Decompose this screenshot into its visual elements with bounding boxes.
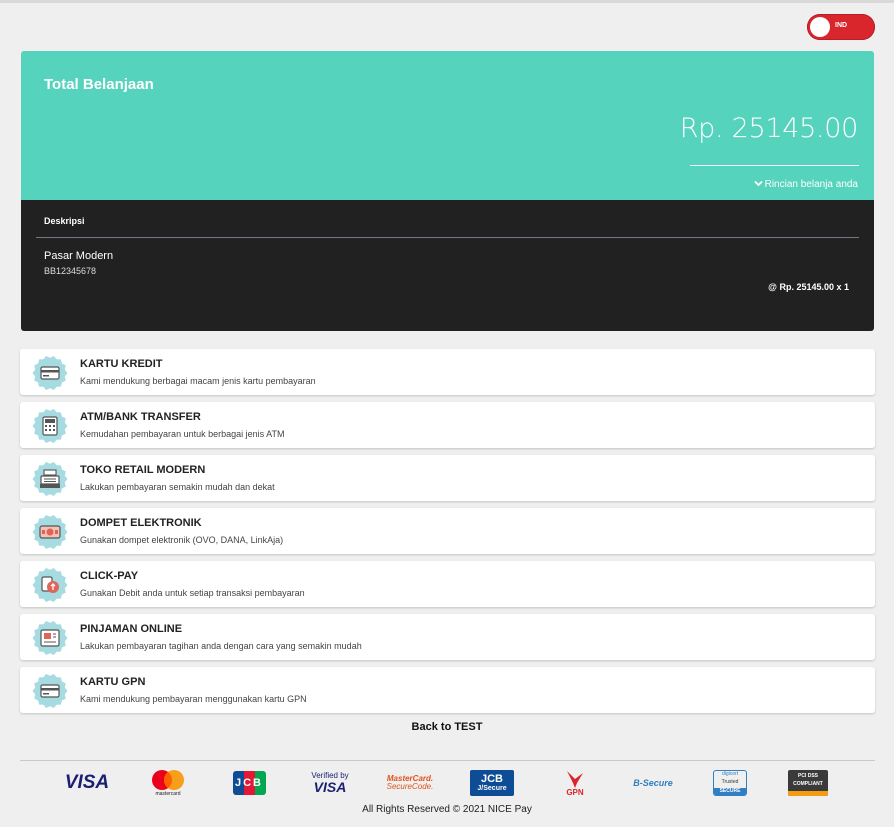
method-description: Lakukan pembayaran semakin mudah dan dek…: [80, 482, 275, 492]
total-amount: Rp. 25145.00: [679, 113, 859, 144]
loan-icon: [32, 620, 68, 656]
mastercard-circles-icon: [152, 770, 184, 790]
gpn-logo: GPN: [560, 766, 590, 800]
language-toggle[interactable]: IND: [807, 14, 875, 40]
language-label: IND: [835, 22, 848, 29]
payment-method-e-wallet[interactable]: DOMPET ELEKTRONIK Gunakan dompet elektro…: [20, 508, 875, 554]
visa-logo: VISA: [62, 766, 112, 800]
verified-by-visa-logo: Verified by VISA: [305, 766, 355, 800]
description-panel: Deskripsi Pasar Modern BB12345678 @ Rp. …: [21, 200, 874, 331]
credit-card-icon: [32, 355, 68, 391]
payment-logos: VISA mastercard JCB Verified by VISA Mas…: [20, 766, 875, 800]
mastercard-logo-text: mastercard: [155, 791, 181, 797]
description-divider: [36, 237, 859, 238]
b-secure-logo: B-Secure: [626, 766, 680, 800]
jcb-logo: JCB: [230, 766, 268, 800]
payment-method-gpn-card[interactable]: KARTU GPN Kami mendukung pembayaran meng…: [20, 667, 875, 713]
method-title: KARTU KREDIT: [80, 358, 163, 370]
jcb-logo-text: JCB: [234, 777, 263, 789]
method-title: ATM/BANK TRANSFER: [80, 411, 201, 423]
atm-icon: [32, 408, 68, 444]
visa-logo-text: VISA: [64, 772, 110, 793]
payment-method-list: KARTU KREDIT Kami mendukung berbagai mac…: [20, 349, 875, 720]
pci-dss-logo: PCI DSS COMPLIANT: [787, 766, 829, 800]
description-header: Deskripsi: [44, 216, 85, 226]
toggle-knob[interactable]: [810, 17, 830, 37]
mastercard-securecode-logo: MasterCard. SecureCode.: [384, 766, 436, 800]
chevron-down-icon: [753, 180, 763, 187]
summary-title: Total Belanjaan: [44, 76, 154, 93]
jsecure-bottom: J/Secure: [477, 785, 507, 792]
payment-method-retail-store[interactable]: TOKO RETAIL MODERN Lakukan pembayaran se…: [20, 455, 875, 501]
item-price: @ Rp. 25145.00 x 1: [768, 282, 849, 292]
b-secure-text: B-Secure: [633, 778, 673, 788]
mastercard-logo: mastercard: [147, 766, 189, 800]
footer-divider: [20, 760, 875, 761]
item-code: BB12345678: [44, 266, 97, 276]
payment-method-credit-card[interactable]: KARTU KREDIT Kami mendukung berbagai mac…: [20, 349, 875, 395]
method-title: TOKO RETAIL MODERN: [80, 464, 206, 476]
method-description: Lakukan pembayaran tagihan anda dengan c…: [80, 641, 362, 651]
method-title: DOMPET ELEKTRONIK: [80, 517, 202, 529]
method-description: Gunakan dompet elektronik (OVO, DANA, Li…: [80, 535, 284, 545]
pci-stripe: [788, 791, 828, 796]
gpn-logo-text: GPN: [566, 788, 584, 797]
payment-method-atm-transfer[interactable]: ATM/BANK TRANSFER Kemudahan pembayaran u…: [20, 402, 875, 448]
method-description: Gunakan Debit anda untuk setiap transaks…: [80, 588, 305, 598]
click-pay-icon: [32, 567, 68, 603]
digicert-bottom: SECURE: [714, 788, 746, 795]
payment-method-click-pay[interactable]: CLICK-PAY Gunakan Debit anda untuk setia…: [20, 561, 875, 607]
top-edge: [0, 0, 894, 3]
amount-divider: [690, 165, 859, 166]
wallet-icon: [32, 514, 68, 550]
method-description: Kemudahan pembayaran untuk berbagai jeni…: [80, 429, 285, 439]
method-title: KARTU GPN: [80, 676, 146, 688]
payment-method-online-loan[interactable]: PINJAMAN ONLINE Lakukan pembayaran tagih…: [20, 614, 875, 660]
mc-securecode-bottom: SecureCode.: [386, 782, 434, 791]
order-summary: Total Belanjaan Rp. 25145.00 Rincian bel…: [21, 51, 874, 200]
jcb-jsecure-logo: JCB J/Secure: [469, 766, 515, 800]
verified-visa-text: VISA: [313, 779, 347, 795]
jsecure-top: JCB: [480, 773, 503, 785]
digicert-mid: Trusted: [721, 779, 739, 785]
gpn-bird-icon: [567, 771, 583, 788]
method-title: PINJAMAN ONLINE: [80, 623, 183, 635]
pci-bottom: COMPLIANT: [793, 781, 823, 787]
digicert-logo: digicert Trusted SECURE: [712, 766, 748, 800]
cash-register-icon: [32, 461, 68, 497]
back-link[interactable]: Back to TEST: [0, 721, 894, 733]
details-toggle-link[interactable]: Rincian belanja anda: [753, 179, 858, 190]
method-description: Kami mendukung pembayaran menggunakan ka…: [80, 694, 307, 704]
item-name: Pasar Modern: [44, 250, 114, 262]
copyright-text: All Rights Reserved © 2021 NICE Pay: [362, 804, 532, 815]
details-link-label: Rincian belanja anda: [764, 179, 858, 190]
digicert-top: digicert: [721, 771, 739, 777]
method-title: CLICK-PAY: [80, 570, 139, 582]
pci-top: PCI DSS: [797, 773, 818, 779]
method-description: Kami mendukung berbagai macam jenis kart…: [80, 376, 316, 386]
gpn-card-icon: [32, 673, 68, 709]
